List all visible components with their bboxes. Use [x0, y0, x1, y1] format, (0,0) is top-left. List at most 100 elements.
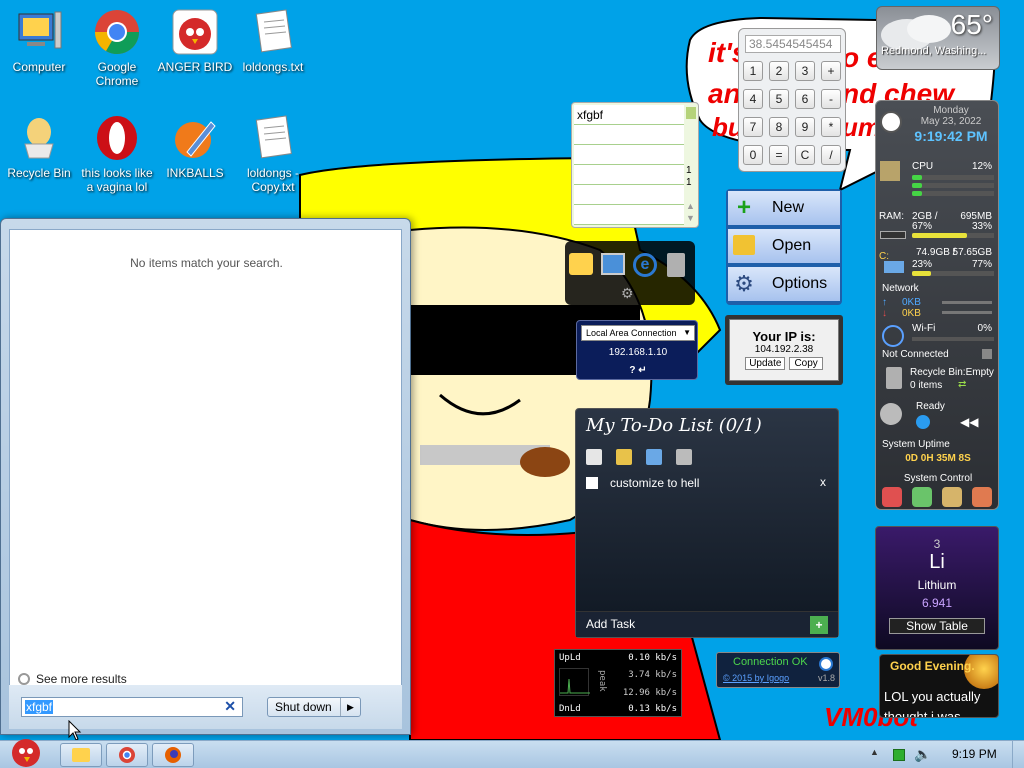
sysmon-time: 9:19:42 PM — [914, 128, 988, 144]
folder-icon — [72, 748, 90, 762]
lock-icon[interactable] — [942, 487, 962, 507]
desktop-icon-inkballs[interactable]: INKBALLS — [156, 114, 234, 180]
shutdown-button[interactable]: Shut down ▶ — [267, 697, 361, 717]
internet-explorer-icon[interactable]: e — [633, 253, 657, 277]
todo-checkbox[interactable] — [586, 477, 598, 489]
add-task-button[interactable]: + — [810, 616, 828, 634]
trash-icon[interactable] — [667, 253, 685, 277]
connection-stop-icon[interactable] — [819, 657, 833, 671]
taskbar-explorer-button[interactable] — [60, 743, 102, 767]
power-icon[interactable] — [972, 487, 992, 507]
sysmon-day: Monday — [933, 105, 969, 116]
notes-add-icon[interactable] — [686, 107, 696, 119]
volume-icon[interactable]: ◀◀ — [960, 415, 978, 429]
adapter-select[interactable]: Local Area Connection ▼ — [581, 325, 695, 341]
cpu-label: CPU — [912, 161, 934, 172]
desktop-icon-anger-bird[interactable]: ANGER BIRD — [156, 8, 234, 74]
restart-icon[interactable] — [912, 487, 932, 507]
calc-key[interactable]: * — [821, 117, 841, 137]
calc-key[interactable]: 4 — [743, 89, 763, 109]
shutdown-icon[interactable] — [882, 487, 902, 507]
ram-used-pct: 67% — [912, 221, 933, 232]
desktop-icon-computer[interactable]: Computer — [0, 8, 78, 74]
element-symbol: Li — [929, 551, 945, 573]
desktop-icon-label: this looks like a vagina lol — [81, 166, 153, 194]
taskbar-clock[interactable]: 9:19 PM — [952, 747, 997, 761]
gear-icon[interactable]: ⚙ — [621, 285, 634, 302]
ip-copy-button[interactable]: Copy — [789, 357, 823, 370]
calc-key[interactable]: 6 — [795, 89, 815, 109]
calc-key[interactable]: 5 — [769, 89, 789, 109]
recycle-status: Recycle Bin:Empty — [910, 367, 994, 378]
notes-nav-up-icon[interactable]: ▲ — [686, 201, 695, 211]
calc-key[interactable]: 0 — [743, 145, 763, 165]
launcher-new-button[interactable]: + New — [728, 191, 840, 225]
element-mass: 6.941 — [921, 596, 953, 610]
empty-recycle-icon[interactable]: ⇄ — [958, 379, 966, 390]
recycle-bin-small-icon[interactable] — [886, 367, 902, 389]
sysmon-date: May 23, 2022 — [920, 116, 982, 127]
windows-drive-icon — [884, 261, 904, 273]
disk-total: 74.9GB / — [916, 247, 956, 258]
calc-key[interactable]: 3 — [795, 61, 815, 81]
desktop-icon-loldongs-copy[interactable]: loldongs - Copy.txt — [234, 114, 312, 194]
desktop-icon-chrome[interactable]: Google Chrome — [78, 8, 156, 88]
ip-update-button[interactable]: Update — [745, 357, 786, 370]
calc-key[interactable]: + — [821, 61, 841, 81]
notes-gadget[interactable]: xfgbf 1 1 ▲ ▼ — [571, 102, 699, 228]
todo-delete-button[interactable]: x — [820, 475, 826, 489]
calc-key[interactable]: 7 — [743, 117, 763, 137]
calc-key[interactable]: = — [769, 145, 789, 165]
greeting-text: LOL you actually thought i was — [884, 689, 981, 718]
notes-page-top: 1 — [686, 165, 692, 176]
download-rate: 0.13 kb/s — [628, 704, 677, 714]
see-more-results-link[interactable]: See more results — [18, 672, 127, 686]
volume-icon[interactable]: 🔈 — [914, 746, 931, 763]
taskbar-firefox-button[interactable] — [152, 743, 194, 767]
calc-key[interactable]: 8 — [769, 117, 789, 137]
desktop-icon-loldongs[interactable]: loldongs.txt — [234, 8, 312, 74]
control-panel-icon[interactable] — [601, 253, 625, 275]
calc-key[interactable]: 1 — [743, 61, 763, 81]
network-label: Network — [882, 283, 919, 294]
clear-search-icon[interactable]: ✕ — [224, 698, 236, 715]
peak-up: 3.74 kb/s — [628, 670, 677, 680]
launcher-open-button[interactable]: Open — [728, 229, 840, 263]
shutdown-options-icon[interactable]: ▶ — [340, 698, 360, 716]
firefox-icon — [165, 747, 181, 763]
adapter-help-icon[interactable]: ? ↵ — [577, 365, 699, 376]
options-gear-icon: ⚙ — [734, 271, 754, 296]
play-icon[interactable] — [916, 415, 930, 429]
calc-key[interactable]: 9 — [795, 117, 815, 137]
action-center-icon[interactable] — [893, 749, 905, 761]
show-table-button[interactable]: Show Table — [889, 618, 985, 634]
connection-credit-link[interactable]: © 2015 by Igogo — [723, 673, 789, 683]
recycle-bin-icon — [15, 114, 63, 162]
upload-rate: 0.10 kb/s — [628, 653, 677, 663]
search-input[interactable]: xfgbf ✕ — [21, 697, 243, 717]
ram-label: RAM: — [879, 211, 904, 222]
notes-nav-down-icon[interactable]: ▼ — [686, 213, 695, 223]
desktop-icon-opera[interactable]: this looks like a vagina lol — [78, 114, 156, 194]
show-hidden-icons-button[interactable]: ▲ — [870, 747, 879, 757]
chevron-down-icon: ▼ — [683, 328, 691, 337]
launcher-options-button[interactable]: ⚙ Options — [728, 267, 840, 301]
calc-key[interactable]: / — [821, 145, 841, 165]
chrome-icon — [93, 8, 141, 56]
open-list-icon[interactable] — [616, 449, 632, 465]
new-list-icon[interactable] — [586, 449, 602, 465]
desktop-icon-recycle-bin[interactable]: Recycle Bin — [0, 114, 78, 180]
weather-gadget[interactable]: 65° Redmond, Washing... — [876, 6, 1000, 70]
calc-key[interactable]: - — [821, 89, 841, 109]
cpu-value: 12% — [971, 161, 992, 172]
save-icon[interactable] — [646, 449, 662, 465]
start-button[interactable] — [4, 733, 46, 768]
folder-icon[interactable] — [569, 253, 593, 275]
taskbar-chrome-button[interactable] — [106, 743, 148, 767]
network-adapter-gadget: Local Area Connection ▼ 192.168.1.10 ? ↵ — [576, 320, 698, 380]
print-icon[interactable] — [676, 449, 692, 465]
show-desktop-button[interactable] — [1012, 741, 1024, 768]
calc-key[interactable]: 2 — [769, 61, 789, 81]
calc-key[interactable]: C — [795, 145, 815, 165]
wifi-toggle[interactable] — [982, 349, 992, 359]
